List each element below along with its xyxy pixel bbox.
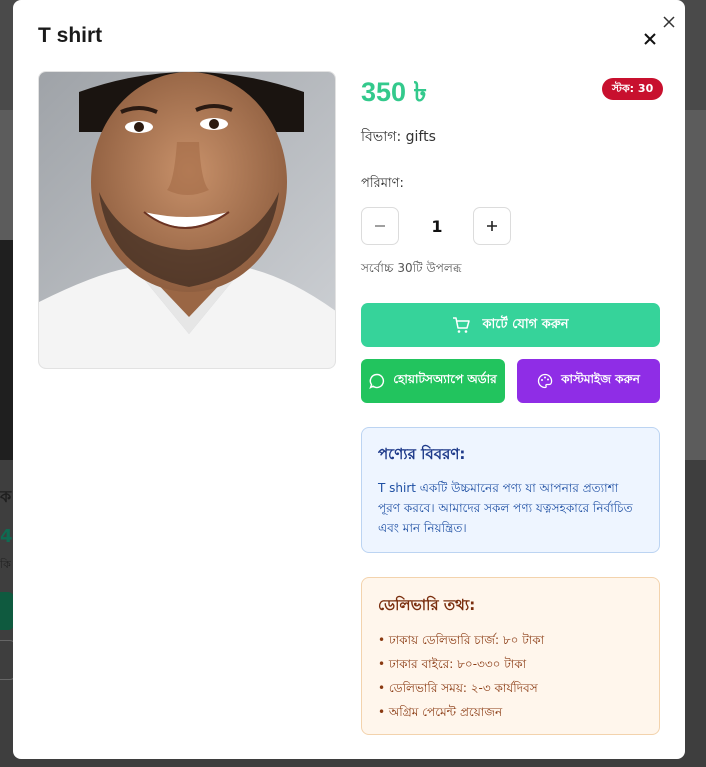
customize-button[interactable]: কাস্টমাইজ করুন	[517, 359, 660, 403]
product-title: T shirt	[38, 24, 103, 47]
max-available-note: সর্বোচ্চ 30টি উপলব্ধ	[361, 261, 462, 275]
customize-label: কাস্টমাইজ করুন	[561, 372, 640, 386]
whatsapp-order-label: হোয়াটসঅ্যাপে অর্ডার	[393, 372, 497, 386]
description-text: T shirt একটি উচ্চমানের পণ্য যা আপনার প্র…	[378, 481, 633, 535]
background-image-edge	[0, 240, 14, 460]
close-button-top[interactable]	[659, 12, 679, 32]
whatsapp-order-button[interactable]: হোয়াটসঅ্যাপে অর্ডার	[361, 359, 505, 403]
quantity-label: পরিমাণ:	[361, 176, 404, 191]
add-to-cart-label: কার্টে যোগ করুন	[482, 316, 569, 332]
product-category: বিভাগ: gifts	[361, 129, 436, 145]
background-card-price: 4	[0, 526, 13, 547]
product-image	[38, 71, 336, 369]
close-icon	[663, 16, 675, 28]
product-modal: T shirt 350 ৳ স্টক: 30 বিভাগ: gifts পরিম…	[13, 0, 685, 759]
close-icon	[644, 33, 656, 45]
delivery-heading: ডেলিভারি তথ্য:	[378, 596, 476, 614]
minus-icon	[375, 225, 385, 227]
description-panel: পণ্যের বিবরণ: T shirt একটি উচ্চমানের পণ্…	[361, 427, 660, 553]
delivery-item: • ডেলিভারি সময়: ২-৩ কার্যদিবস	[378, 681, 538, 695]
delivery-item: • ঢাকায় ডেলিভারি চার্জ: ৮০ টাকা	[378, 633, 545, 647]
background-card-title: ক	[0, 487, 12, 506]
close-modal-button[interactable]	[639, 28, 661, 50]
palette-icon	[537, 373, 553, 389]
background-card-button	[0, 592, 14, 630]
delivery-panel: ডেলিভারি তথ্য: • ঢাকায় ডেলিভারি চার্জ: …	[361, 577, 660, 735]
plus-icon	[487, 221, 497, 231]
description-heading: পণ্যের বিবরণ:	[378, 445, 466, 463]
stock-badge: স্টক: 30	[602, 78, 664, 100]
product-photo	[39, 72, 335, 368]
quantity-decrease-button[interactable]	[361, 207, 399, 245]
product-price: 350 ৳	[361, 77, 427, 107]
quantity-increase-button[interactable]	[473, 207, 511, 245]
add-to-cart-button[interactable]: কার্টে যোগ করুন	[361, 303, 660, 347]
delivery-item: • ঢাকার বাইরে: ৮০-৩৩০ টাকা	[378, 657, 527, 671]
delivery-item: • অগ্রিম পেমেন্ট প্রয়োজন	[378, 705, 503, 719]
background-card-meta: কি	[0, 558, 11, 571]
quantity-value: 1	[431, 216, 443, 236]
cart-icon	[453, 317, 471, 333]
chat-bubble-icon	[369, 373, 385, 389]
